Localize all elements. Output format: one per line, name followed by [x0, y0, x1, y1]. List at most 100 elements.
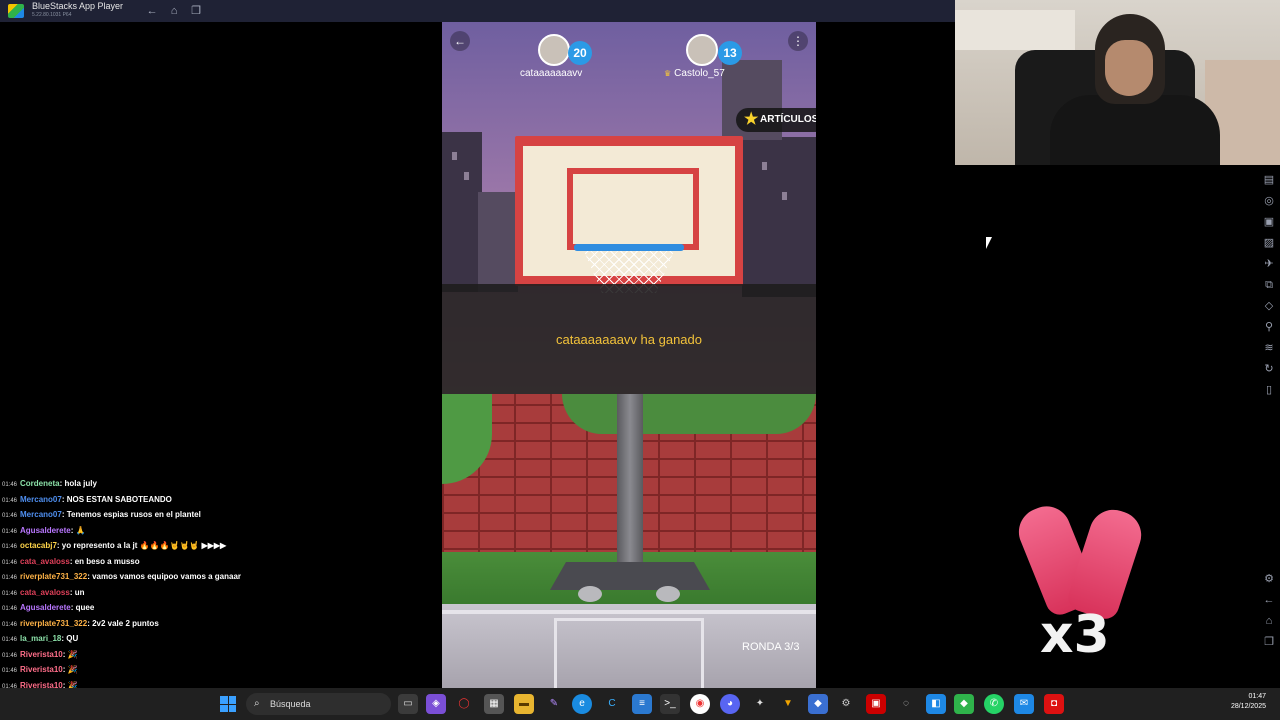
chat-username[interactable]: cata_avaloss: [20, 557, 70, 566]
items-button[interactable]: ★ ARTÍCULOS: [736, 108, 816, 132]
more-icon[interactable]: ▯: [1258, 380, 1280, 401]
home-icon[interactable]: ⌂: [167, 4, 181, 18]
chat-timestamp: 01:46: [2, 637, 18, 643]
building: [742, 137, 816, 297]
bluestacks-multi-icon[interactable]: ◆: [808, 694, 828, 714]
building-window: [762, 162, 767, 170]
player2-name: Castolo_57: [674, 68, 725, 79]
eraser-icon[interactable]: ◇: [1258, 296, 1280, 317]
bluestacks-icon[interactable]: ◆: [954, 694, 974, 714]
home-icon[interactable]: ⌂: [1258, 611, 1280, 632]
chat-username[interactable]: Agusalderete: [20, 603, 71, 612]
media-icon[interactable]: ▨: [1258, 233, 1280, 254]
round-indicator: RONDA 3/3: [742, 641, 800, 653]
hoop-base: [550, 562, 710, 590]
chat-username[interactable]: Riverista10: [20, 650, 63, 659]
refresh-app-icon[interactable]: C: [602, 694, 622, 714]
chat-line: 01:46 Riverista10: 🎉: [0, 647, 440, 663]
chat-username[interactable]: octacabj7: [20, 541, 57, 550]
kebab-menu-button[interactable]: ⋮: [788, 31, 808, 51]
chat-line: 01:46 Riverista10: 🎉: [0, 662, 440, 678]
app-icon[interactable]: ◌: [896, 694, 916, 714]
wheel: [656, 586, 680, 602]
app-icon[interactable]: ▼: [778, 694, 798, 714]
mouse-cursor-icon: [986, 237, 992, 249]
webcam-person-body: [1050, 95, 1220, 165]
chat-line: 01:46 Agusalderete: 🙏: [0, 523, 440, 539]
chat-username[interactable]: cata_avaloss: [20, 588, 70, 597]
chat-username[interactable]: Cordeneta: [20, 479, 60, 488]
chat-timestamp: 01:46: [2, 559, 18, 566]
chat-username[interactable]: Mercano07: [20, 495, 62, 504]
layers-icon[interactable]: ≋: [1258, 338, 1280, 359]
sync-icon[interactable]: ↻: [1258, 359, 1280, 380]
notepad-icon[interactable]: ≡: [632, 694, 652, 714]
chat-username[interactable]: Agusalderete: [20, 526, 71, 535]
chat-message: : 🎉: [62, 665, 78, 674]
settings-icon[interactable]: ⚙: [1258, 569, 1280, 590]
chat-username[interactable]: Riverista10: [20, 665, 63, 674]
chat-username[interactable]: Mercano07: [20, 510, 62, 519]
chat-timestamp: 01:46: [2, 606, 18, 612]
chat-username[interactable]: la_mari_18: [20, 634, 61, 643]
camera-icon[interactable]: ◎: [1258, 191, 1280, 212]
terminal-icon[interactable]: >_: [660, 694, 680, 714]
screenshot-icon[interactable]: ▣: [1258, 212, 1280, 233]
chat-username[interactable]: riverplate731_322: [20, 572, 87, 581]
items-label: ARTÍCULOS: [760, 114, 816, 125]
clapping-hands-icon: [1011, 499, 1148, 623]
discord-icon[interactable]: ◕: [720, 694, 740, 714]
opera-icon[interactable]: ◯: [454, 694, 474, 714]
player2-name-row: ♛ Castolo_57: [664, 68, 725, 79]
chat-timestamp: 01:46: [2, 652, 18, 659]
app-icon[interactable]: ✦: [750, 694, 770, 714]
recent-apps-icon[interactable]: ❐: [1258, 632, 1280, 653]
bluestacks-title-bar: BlueStacks App Player 5.22.80.1031 P64 ←…: [0, 0, 955, 22]
game-viewport[interactable]: cataaaaaaavv ha ganado ← ⋮ 20 cataaaaaaa…: [442, 22, 816, 688]
chat-timestamp: 01:46: [2, 621, 18, 628]
pen-icon[interactable]: ✎: [544, 694, 564, 714]
chat-message: : Tenemos espias rusos en el plantel: [61, 510, 201, 519]
app-icon[interactable]: ◧: [926, 694, 946, 714]
store-icon[interactable]: ▦: [484, 694, 504, 714]
whatsapp-icon[interactable]: ✆: [984, 694, 1004, 714]
chat-message: : quee: [70, 603, 95, 612]
back-button[interactable]: ←: [450, 31, 470, 51]
copy-icon[interactable]: ⧉: [1258, 275, 1280, 296]
foliage-top: [562, 394, 816, 434]
chat-username[interactable]: riverplate731_322: [20, 619, 87, 628]
chat-message: : yo represento a la jt 🔥🔥🔥🤘🤘🤘 ▶▶▶▶: [56, 541, 227, 550]
app-icon[interactable]: ◘: [1044, 694, 1064, 714]
title-block: BlueStacks App Player 5.22.80.1031 P64: [32, 2, 123, 20]
player1-score: 20: [568, 41, 592, 65]
court-line: [442, 610, 816, 614]
taskbar-search[interactable]: ⌕ Búsqueda: [246, 693, 391, 715]
app-icon[interactable]: ▣: [866, 694, 886, 714]
edge-icon[interactable]: e: [572, 694, 592, 714]
taskbar-clock[interactable]: 01:47 28/12/2025: [1210, 692, 1266, 712]
clock-date: 28/12/2025: [1230, 703, 1266, 710]
location-icon[interactable]: ⚲: [1258, 317, 1280, 338]
court-key: [554, 618, 704, 688]
back-arrow-icon[interactable]: ←: [145, 4, 159, 18]
windows-start-icon[interactable]: [220, 696, 236, 712]
chat-message: : vamos vamos equipoo vamos a ganaar: [87, 572, 242, 581]
performance-icon[interactable]: ▤: [1258, 170, 1280, 191]
task-view-icon[interactable]: ▭: [398, 694, 418, 714]
building: [478, 192, 518, 292]
back-icon[interactable]: ←: [1258, 590, 1280, 611]
search-icon: ⌕: [254, 698, 260, 709]
file-explorer-icon[interactable]: ▬: [514, 694, 534, 714]
multi-instance-icon[interactable]: ❐: [189, 4, 203, 18]
chrome-icon[interactable]: ◉: [690, 694, 710, 714]
copilot-icon[interactable]: ◈: [426, 694, 446, 714]
settings-gear-icon[interactable]: ⚙: [836, 694, 856, 714]
backboard-target-square: [567, 168, 699, 250]
chat-line: 01:46 octacabj7: yo represento a la jt 🔥🔥…: [0, 538, 440, 554]
chat-line: 01:46 Mercano07: NOS ESTAN SABOTEANDO: [0, 492, 440, 508]
mail-icon[interactable]: ✉: [1014, 694, 1034, 714]
chat-line: 01:46 riverplate731_322: 2v2 vale 2 punto…: [0, 616, 440, 632]
chat-message: : 2v2 vale 2 puntos: [87, 618, 159, 628]
stream-chat: 01:46 Cordeneta: hola july 01:46 Mercano07:…: [0, 476, 440, 720]
airplane-icon[interactable]: ✈: [1258, 254, 1280, 275]
